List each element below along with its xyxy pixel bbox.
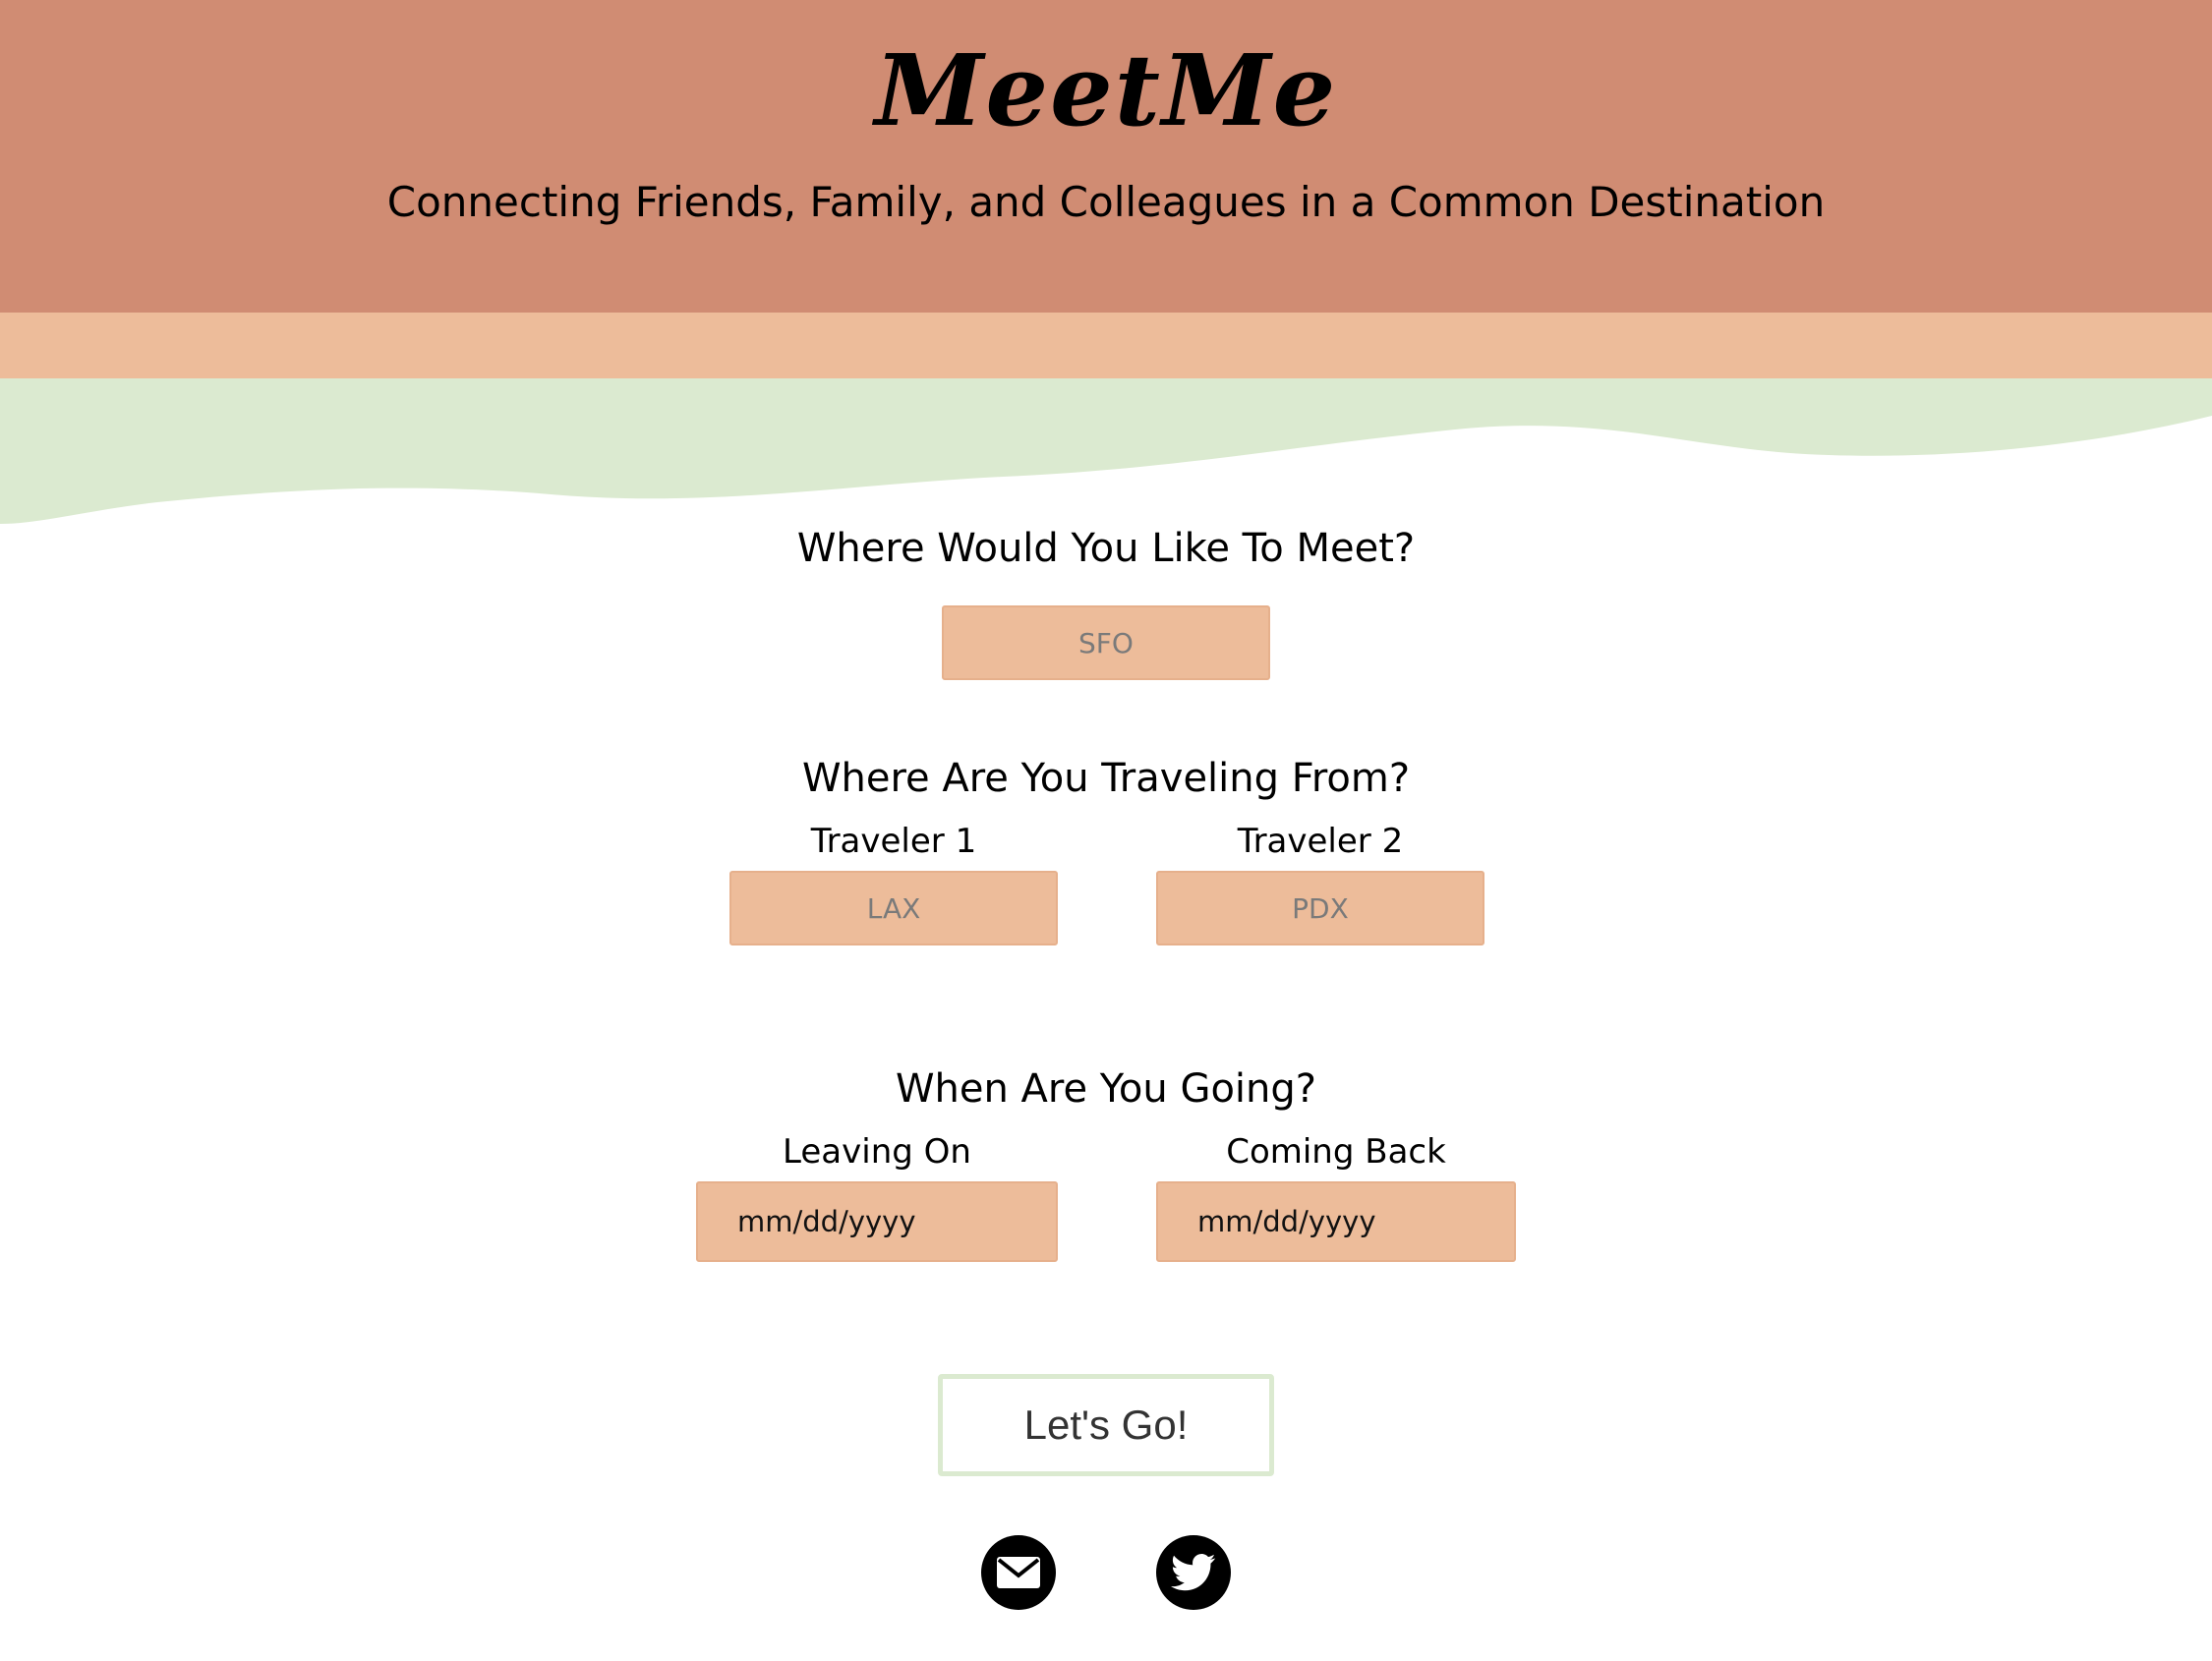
- site-tagline: Connecting Friends, Family, and Colleagu…: [386, 178, 1826, 226]
- site-logo: MeetMe: [874, 32, 1338, 148]
- email-link[interactable]: [981, 1535, 1056, 1610]
- site-header: MeetMe Connecting Friends, Family, and C…: [0, 0, 2212, 313]
- twitter-icon: [1171, 1553, 1216, 1592]
- page: MeetMe Connecting Friends, Family, and C…: [0, 0, 2212, 1661]
- traveler-2-origin-input[interactable]: [1156, 871, 1484, 945]
- leaving-on-date-value: mm/dd/yyyy: [737, 1205, 916, 1238]
- decorative-wave: [0, 378, 2212, 524]
- destination-input[interactable]: [942, 605, 1270, 680]
- traveler-2-label: Traveler 2: [1237, 822, 1404, 861]
- header-accent-band: [0, 313, 2212, 379]
- destination-heading: Where Would You Like To Meet?: [796, 526, 1416, 571]
- lets-go-button[interactable]: Let's Go!: [938, 1374, 1274, 1476]
- origins-heading: Where Are You Traveling From?: [801, 756, 1411, 801]
- twitter-link[interactable]: [1156, 1535, 1231, 1610]
- traveler-1-origin-input[interactable]: [729, 871, 1058, 945]
- email-icon: [996, 1556, 1041, 1589]
- coming-back-date-input[interactable]: mm/dd/yyyy: [1156, 1181, 1516, 1262]
- leaving-on-date-input[interactable]: mm/dd/yyyy: [696, 1181, 1058, 1262]
- traveler-1-label: Traveler 1: [810, 822, 977, 861]
- dates-heading: When Are You Going?: [895, 1066, 1317, 1112]
- coming-back-date-value: mm/dd/yyyy: [1197, 1205, 1376, 1238]
- leaving-on-label: Leaving On: [783, 1132, 971, 1172]
- coming-back-label: Coming Back: [1226, 1132, 1446, 1172]
